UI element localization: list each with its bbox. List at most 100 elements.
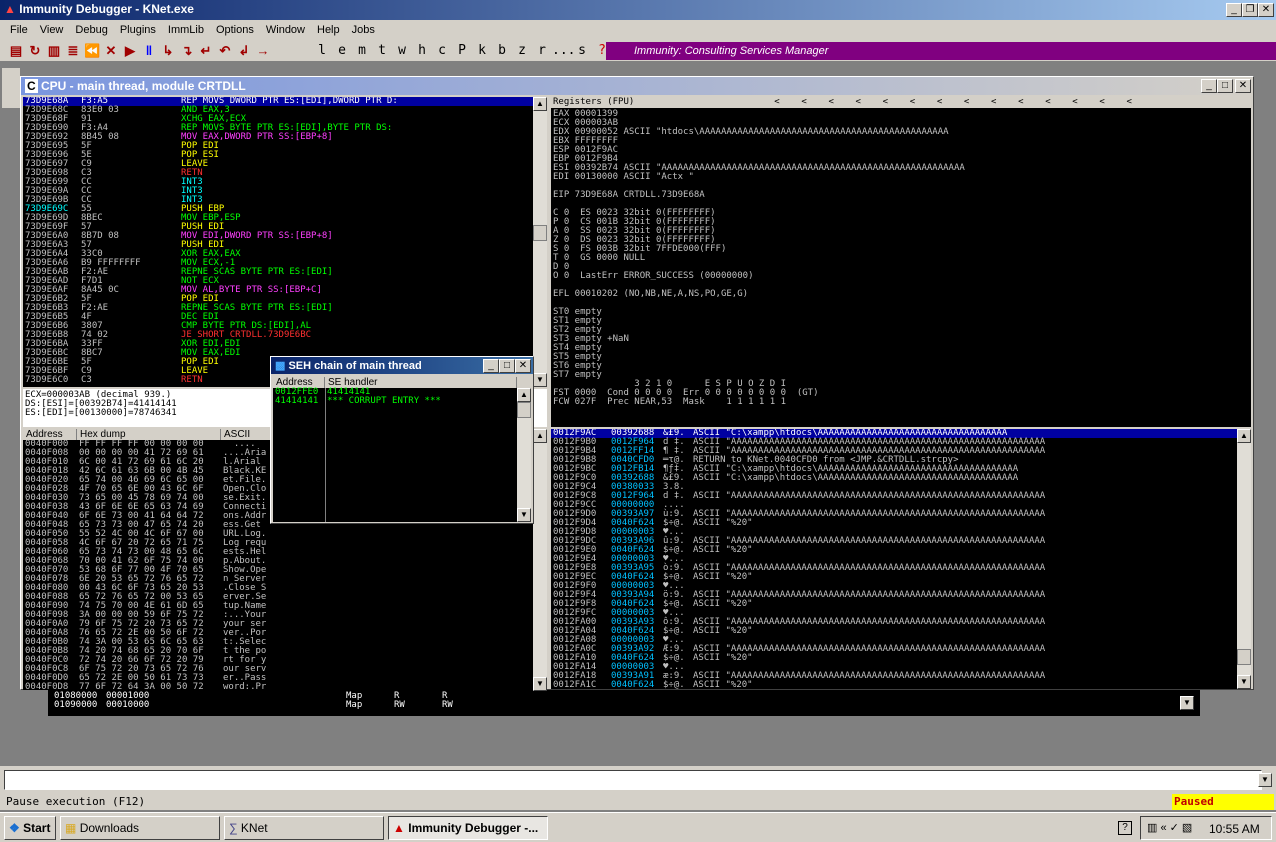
status-text: Pause execution (F12) — [6, 795, 146, 808]
toolbar-btn-12[interactable]: ... — [552, 43, 575, 58]
stack-pane[interactable]: 0012F9AC 00392688 &£9. ASCII "C:\xampp\htdo… — [551, 429, 1237, 689]
register-line: ST6 empty — [553, 361, 602, 371]
restart-icon[interactable]: ↻ — [27, 43, 43, 59]
disasm-hex: 8B7D 08 — [81, 231, 119, 241]
menu-help[interactable]: Help — [311, 24, 346, 36]
task-knet[interactable]: ∑ KNet — [224, 816, 384, 840]
command-input[interactable] — [4, 770, 1262, 790]
disasm-row[interactable]: 73D9E6B3 F2:AE REPNE SCAS BYTE PTR ES:[EDI… — [23, 304, 533, 313]
seh-row[interactable]: 41414141 *** CORRUPT ENTRY *** — [273, 397, 517, 406]
seh-list[interactable]: 0012FFE0 41414141 41414141 *** CORRUPT ENTR… — [273, 388, 517, 522]
menu-debug[interactable]: Debug — [69, 24, 113, 36]
run-icon[interactable]: ▶ — [122, 43, 138, 59]
disasm-row[interactable]: 73D9E698 C3 RETN — [23, 169, 533, 178]
register-line: EFL 00010202 (NO,NB,NE,A,NS,PO,GE,G) — [553, 289, 749, 299]
dump-row[interactable]: 0040F0D8 77 6F 72 64 3A 00 50 72 word:.Pr — [23, 683, 533, 691]
register-line: FCW 027F Prec NEAR,53 Mask 1 1 1 1 1 1 — [553, 397, 786, 407]
dump-scrollbar[interactable]: ▲ ▼ — [533, 429, 547, 691]
seh-scrollbar[interactable]: ▲ ▼ — [517, 388, 531, 522]
toolbar-btn-11[interactable]: r — [532, 43, 552, 58]
menu-window[interactable]: Window — [260, 24, 311, 36]
step-icon[interactable]: ≣ — [65, 43, 81, 59]
goto-icon[interactable]: → — [255, 43, 271, 59]
stack-scrollbar[interactable]: ▲ ▼ — [1237, 429, 1251, 689]
menu-immlib[interactable]: ImmLib — [162, 24, 210, 36]
status-bar: Pause execution (F12) Paused — [0, 794, 1276, 810]
memmap-row[interactable]: 01090000 00010000 Map RW RW — [54, 701, 1200, 710]
help-icon[interactable]: ? — [1118, 821, 1132, 835]
seh-minimize-button[interactable]: _ — [483, 359, 499, 373]
toolbar-letters: l e m t w h c Pk b z r... s? — [312, 43, 612, 58]
menu-view[interactable]: View — [34, 24, 70, 36]
toolbar-btn-3[interactable]: t — [372, 43, 392, 58]
close-file-icon[interactable]: ▥ — [46, 43, 62, 59]
stack-row[interactable]: 0012FA1C 0040F624 $÷@. ASCII "%20" — [551, 681, 1237, 690]
disasm-row[interactable]: 73D9E69D 8BEC MOV EBP,ESP — [23, 214, 533, 223]
execute-till-return-icon[interactable]: ↲ — [236, 43, 252, 59]
seh-close-button[interactable]: ✕ — [515, 359, 531, 373]
disasm-scrollbar[interactable]: ▲ ▼ — [533, 97, 547, 387]
cpu-close-button[interactable]: ✕ — [1235, 79, 1251, 93]
disasm-row[interactable]: 73D9E69B CC INT3 — [23, 196, 533, 205]
memmap-dropdown[interactable]: ▼ — [1180, 696, 1194, 710]
toolbar-btn-8[interactable]: k — [472, 43, 492, 58]
disassembly-pane[interactable]: 73D9E68A F3:A5 REP MOVS DWORD PTR ES:[EDI]… — [23, 97, 533, 387]
toolbar-btn-7[interactable]: P — [452, 43, 472, 58]
register-line: EIP 73D9E68A CRTDLL.73D9E68A — [553, 190, 705, 200]
step-into-icon[interactable]: ↳ — [160, 43, 176, 59]
step-over-icon[interactable]: ↴ — [179, 43, 195, 59]
rewind-icon[interactable]: ⏪ — [84, 43, 100, 59]
disasm-row[interactable]: 73D9E695 5F POP EDI — [23, 142, 533, 151]
memmap-row[interactable]: 01080000 00001000 Map R R — [54, 692, 1200, 701]
menu-options[interactable]: Options — [210, 24, 260, 36]
menu-file[interactable]: File — [4, 24, 34, 36]
disasm-row[interactable]: 73D9E696 5E POP ESI — [23, 151, 533, 160]
cpu-maximize-button[interactable]: □ — [1217, 79, 1233, 93]
dump-header-address[interactable]: Address — [23, 429, 77, 440]
tray-icons[interactable]: ▥ « ✓ ▧ — [1147, 821, 1192, 834]
trace-over-icon[interactable]: ↶ — [217, 43, 233, 59]
disasm-row[interactable]: 73D9E692 8B45 08 MOV EAX,DWORD PTR SS:[EBP… — [23, 133, 533, 142]
windows-logo-icon: ❖ — [9, 821, 20, 835]
toolbar-btn-10[interactable]: z — [512, 43, 532, 58]
bg-window — [2, 68, 20, 108]
toolbar-btn-9[interactable]: b — [492, 43, 512, 58]
pause-icon[interactable]: ‖ — [141, 43, 157, 59]
toolbar-btn-6[interactable]: c — [432, 43, 452, 58]
cpu-minimize-button[interactable]: _ — [1201, 79, 1217, 93]
menu-plugins[interactable]: Plugins — [114, 24, 162, 36]
task-downloads[interactable]: ▦ Downloads — [60, 816, 220, 840]
stop-icon[interactable]: ✕ — [103, 43, 119, 59]
seh-maximize-button[interactable]: □ — [499, 359, 515, 373]
trace-into-icon[interactable]: ↵ — [198, 43, 214, 59]
clock: 10:55 AM — [1209, 822, 1260, 836]
disasm-row[interactable]: 73D9E68C 83E0 03 AND EAX,3 — [23, 106, 533, 115]
toolbar-btn-13[interactable]: s — [572, 43, 592, 58]
memmap-cell: 00010000 — [106, 700, 150, 710]
task-immunity[interactable]: ▲ Immunity Debugger -... — [388, 816, 548, 840]
toolbar-btn-1[interactable]: e — [332, 43, 352, 58]
toolbar-btn-4[interactable]: w — [392, 43, 412, 58]
disasm-row[interactable]: 73D9E697 C9 LEAVE — [23, 160, 533, 169]
minimize-button[interactable]: _ — [1226, 3, 1242, 17]
menu-jobs[interactable]: Jobs — [346, 24, 381, 36]
disasm-row[interactable]: 73D9E699 CC INT3 — [23, 178, 533, 187]
command-dropdown[interactable]: ▼ — [1258, 773, 1272, 787]
disasm-row[interactable]: 73D9E6A0 8B7D 08 MOV EDI,DWORD PTR SS:[EBP… — [23, 232, 533, 241]
knet-icon: ∑ — [229, 821, 238, 835]
start-button[interactable]: ❖ Start — [4, 816, 56, 840]
command-area: ▼ — [0, 766, 1276, 794]
registers-pane[interactable]: Registers (FPU) < < < < < < < < < < < < <… — [551, 97, 1251, 427]
toolbar-btn-2[interactable]: m — [352, 43, 372, 58]
maximize-button[interactable]: ❐ — [1242, 3, 1258, 17]
dump-header-hex[interactable]: Hex dump — [77, 429, 221, 440]
disasm-row[interactable]: 73D9E69A CC INT3 — [23, 187, 533, 196]
close-button[interactable]: ✕ — [1258, 3, 1274, 17]
disasm-row[interactable]: 73D9E6AF 8A45 0C MOV AL,BYTE PTR SS:[EBP+C… — [23, 286, 533, 295]
open-icon[interactable]: ▤ — [8, 43, 24, 59]
toolbar-btn-5[interactable]: h — [412, 43, 432, 58]
toolbar-btn-0[interactable]: l — [312, 43, 332, 58]
stack-comment: ASCII "%20" — [693, 626, 753, 636]
register-line: T 0 GS 0000 NULL — [553, 253, 646, 263]
cpu-title-bar: C CPU - main thread, module CRTDLL — [21, 77, 1253, 95]
